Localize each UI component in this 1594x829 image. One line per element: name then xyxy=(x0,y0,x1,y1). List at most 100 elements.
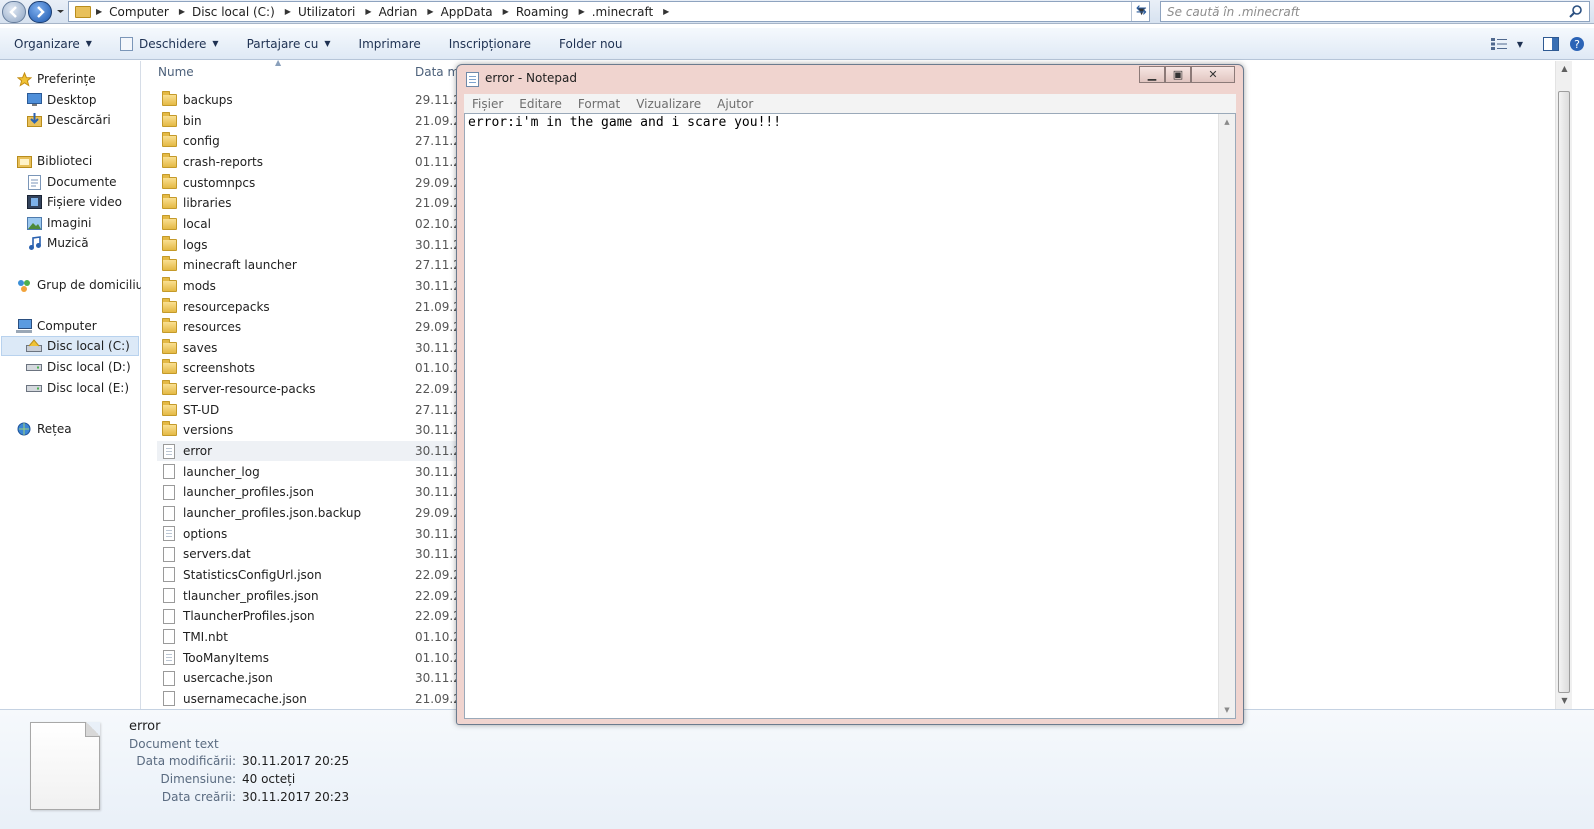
nav-homegroup[interactable]: Grup de domiciliu xyxy=(16,275,143,295)
file-row[interactable]: libraries 21.09.20 xyxy=(157,193,468,213)
nav-documents[interactable]: Documente xyxy=(26,172,117,192)
nav-computer[interactable]: Computer xyxy=(16,316,97,336)
open-button[interactable]: Deschidere ▼ xyxy=(106,36,233,51)
file-row[interactable]: logs 30.11.20 xyxy=(157,235,468,255)
file-row[interactable]: usernamecache.json 21.09.20 xyxy=(157,689,468,709)
back-button[interactable] xyxy=(2,1,26,23)
nav-disk-d[interactable]: Disc local (D:) xyxy=(26,357,131,377)
breadcrumb[interactable]: ▶ Computer ▶ Disc local (C:) ▶ Utilizatori… xyxy=(68,1,1150,22)
nav-libraries[interactable]: Biblioteci xyxy=(16,151,92,171)
file-row[interactable]: screenshots 01.10.20 xyxy=(157,358,468,378)
forward-button[interactable] xyxy=(28,1,52,23)
nav-favorites[interactable]: Preferințe xyxy=(16,69,96,89)
view-dropdown[interactable]: ▼ xyxy=(1512,33,1528,55)
maximize-button[interactable]: ▣ xyxy=(1165,66,1191,83)
notepad-window[interactable]: error - Notepad ▁ ▣ ✕ Fișier Editare For… xyxy=(456,64,1244,725)
details-modified-value: 30.11.2017 20:25 xyxy=(242,754,350,768)
chevron-down-icon: ▼ xyxy=(1516,39,1524,49)
burn-button[interactable]: Inscripționare xyxy=(435,37,545,51)
file-row[interactable]: launcher_profiles.json.backup 29.09.20 xyxy=(157,503,468,523)
text-editor[interactable]: error:i'm in the game and i scare you!!!… xyxy=(464,113,1236,719)
scroll-thumb[interactable] xyxy=(1558,91,1570,693)
file-row[interactable]: ST-UD 27.11.20 xyxy=(157,400,468,420)
menu-view[interactable]: Vizualizare xyxy=(628,97,709,111)
file-row[interactable]: TooManyItems 01.10.20 xyxy=(157,648,468,668)
breadcrumb-item[interactable]: Computer ▶ xyxy=(109,5,192,19)
new-folder-button[interactable]: Folder nou xyxy=(545,37,636,51)
nav-network[interactable]: Rețea xyxy=(16,419,72,439)
preview-pane-button[interactable] xyxy=(1538,33,1564,55)
file-icon xyxy=(161,546,177,562)
file-row[interactable]: local 02.10.20 xyxy=(157,214,468,234)
breadcrumb-item[interactable]: Utilizatori ▶ xyxy=(298,5,379,19)
file-row[interactable]: error 30.11.20 xyxy=(157,441,468,462)
editor-scrollbar[interactable]: ▲ ▼ xyxy=(1218,114,1235,718)
nav-music[interactable]: Muzică xyxy=(26,233,89,253)
share-button[interactable]: Partajare cu ▼ xyxy=(233,37,345,51)
file-row[interactable]: TlauncherProfiles.json 22.09.20 xyxy=(157,606,468,626)
scroll-down-arrow[interactable]: ▼ xyxy=(1219,702,1235,718)
chevron-down-icon xyxy=(57,10,64,13)
breadcrumb-item[interactable]: Adrian ▶ xyxy=(379,5,441,19)
breadcrumb-item[interactable]: .minecraft ▶ xyxy=(592,5,677,19)
file-row[interactable]: resourcepacks 21.09.20 xyxy=(157,297,468,317)
nav-pictures[interactable]: Imagini xyxy=(26,213,91,233)
editor-content[interactable]: error:i'm in the game and i scare you!!! xyxy=(468,115,781,130)
file-row[interactable]: launcher_log 30.11.20 xyxy=(157,462,468,482)
menu-help[interactable]: Ajutor xyxy=(709,97,761,111)
refresh-button[interactable]: ⇆ xyxy=(1131,2,1151,21)
column-header-name[interactable]: Nume xyxy=(158,61,194,83)
maximize-icon: ▣ xyxy=(1172,68,1184,81)
folder-icon xyxy=(161,256,177,273)
file-row[interactable]: options 30.11.20 xyxy=(157,524,468,544)
file-row[interactable]: TMI.nbt 01.10.20 xyxy=(157,627,468,647)
file-row[interactable]: backups 29.11.20 xyxy=(157,90,468,110)
folder-icon xyxy=(161,91,177,108)
menu-format[interactable]: Format xyxy=(570,97,628,111)
organize-button[interactable]: Organizare ▼ xyxy=(0,37,106,51)
file-row[interactable]: bin 21.09.20 xyxy=(157,111,468,131)
file-row[interactable]: minecraft launcher 27.11.20 xyxy=(157,255,468,275)
file-row[interactable]: launcher_profiles.json 30.11.20 xyxy=(157,482,468,502)
breadcrumb-item[interactable]: Roaming ▶ xyxy=(516,5,592,19)
organize-label: Organizare xyxy=(14,36,80,51)
breadcrumb-label: AppData xyxy=(440,4,493,19)
help-button[interactable]: ? xyxy=(1564,33,1590,55)
file-row[interactable]: versions 30.11.20 xyxy=(157,420,468,440)
search-input[interactable]: Se caută în .minecraft xyxy=(1160,1,1590,22)
nav-desktop[interactable]: Desktop xyxy=(26,90,97,110)
breadcrumb-root-arrow[interactable]: ▶ xyxy=(96,7,109,16)
breadcrumb-item[interactable]: Disc local (C:) ▶ xyxy=(192,5,298,19)
minimize-button[interactable]: ▁ xyxy=(1139,66,1165,83)
file-row[interactable]: customnpcs 29.09.20 xyxy=(157,173,468,193)
nav-downloads[interactable]: Descărcări xyxy=(26,110,111,130)
file-row[interactable]: mods 30.11.20 xyxy=(157,276,468,296)
view-options-button[interactable] xyxy=(1486,33,1512,55)
file-row[interactable]: servers.dat 30.11.20 xyxy=(157,544,468,564)
nav-disk-c[interactable]: Disc local (C:) xyxy=(1,336,139,356)
folder-icon xyxy=(161,111,177,129)
nav-disk-e[interactable]: Disc local (E:) xyxy=(26,378,129,398)
vertical-scrollbar[interactable]: ▲ ▼ xyxy=(1555,61,1572,709)
recent-pages-dropdown[interactable] xyxy=(55,2,66,20)
breadcrumb-label: Computer xyxy=(109,4,169,19)
menu-file[interactable]: Fișier xyxy=(464,97,511,111)
scroll-up-arrow[interactable]: ▲ xyxy=(1219,114,1235,130)
print-button[interactable]: Imprimare xyxy=(345,37,435,51)
breadcrumb-item[interactable]: AppData ▶ xyxy=(441,5,516,19)
file-row[interactable]: StatisticsConfigUrl.json 22.09.20 xyxy=(157,565,468,585)
homegroup-icon xyxy=(16,277,32,293)
file-row[interactable]: tlauncher_profiles.json 22.09.20 xyxy=(157,586,468,606)
nav-videos[interactable]: Fișiere video xyxy=(26,192,122,212)
file-row[interactable]: config 27.11.20 xyxy=(157,131,468,151)
file-row[interactable]: saves 30.11.20 xyxy=(157,338,468,358)
menu-edit[interactable]: Editare xyxy=(511,97,570,111)
scroll-down-arrow[interactable]: ▼ xyxy=(1556,693,1573,709)
scroll-up-arrow[interactable]: ▲ xyxy=(1556,61,1573,77)
file-row[interactable]: server-resource-packs 22.09.20 xyxy=(157,379,468,399)
file-row[interactable]: resources 29.09.20 xyxy=(157,317,468,337)
close-button[interactable]: ✕ xyxy=(1191,66,1235,83)
file-row[interactable]: usercache.json 30.11.20 xyxy=(157,668,468,688)
open-label: Deschidere xyxy=(138,36,207,51)
file-row[interactable]: crash-reports 01.11.20 xyxy=(157,152,468,172)
